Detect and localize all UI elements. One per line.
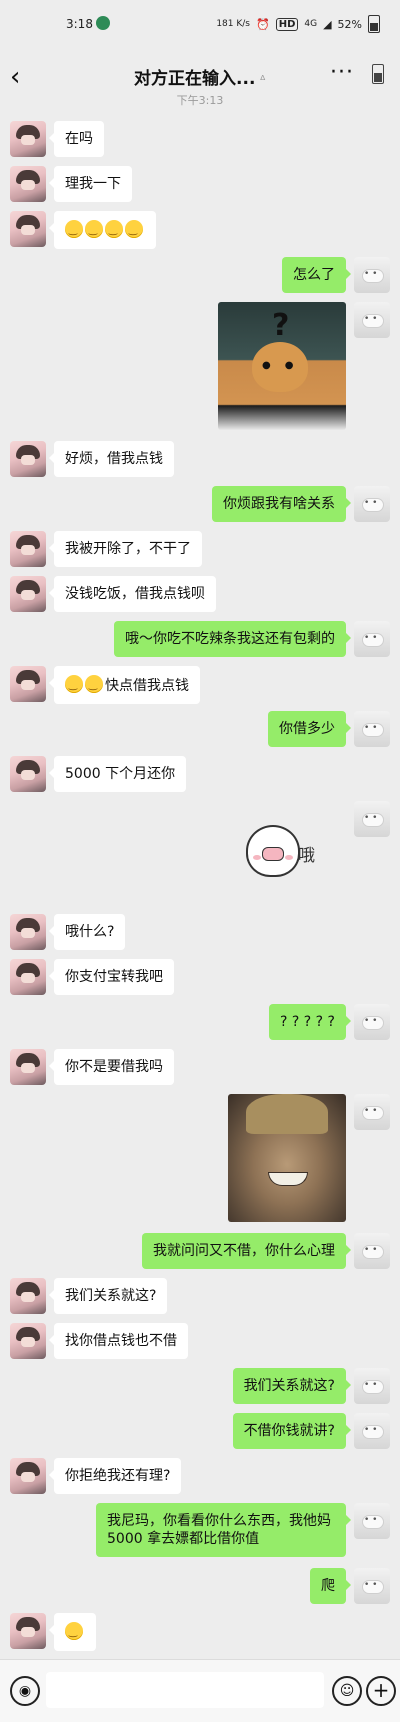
message-bubble[interactable]: 找你借点钱也不借: [49, 1323, 188, 1359]
avatar[interactable]: [354, 801, 390, 837]
message-input[interactable]: [46, 1672, 324, 1708]
message-timestamp: 下午3:13: [176, 94, 224, 107]
question-mark-drawing: ?: [272, 308, 290, 343]
message-bubble[interactable]: 理我一下: [49, 166, 132, 202]
cat-question-image[interactable]: ? ●●: [218, 302, 346, 430]
chat-input-bar: ◉ ☺ +: [0, 1659, 400, 1722]
avatar[interactable]: [10, 576, 46, 612]
message-bubble[interactable]: 你支付宝转我吧: [49, 959, 174, 995]
emoji-message-bubble[interactable]: [49, 1613, 96, 1651]
sticker-text: 哦: [298, 846, 315, 866]
message-bubble[interactable]: 5000 下个月还你: [48, 756, 187, 792]
avatar[interactable]: [10, 1278, 46, 1314]
pig-nose-drawing: [262, 847, 284, 861]
status-right-group: 181 K/s ⏰ HD 4G ◢ 52%: [216, 15, 380, 33]
pig-cheek-drawing: [253, 855, 261, 860]
message-bubble[interactable]: 不借你钱就讲?: [232, 1413, 352, 1449]
message-bubble[interactable]: 你烦跟我有啥关系: [212, 486, 351, 522]
battery-percent: 52%: [337, 17, 362, 31]
hd-badge: HD: [275, 17, 299, 31]
smile-emoji-icon: [85, 675, 103, 695]
avatar[interactable]: [354, 257, 390, 293]
alarm-icon: ⏰: [256, 17, 270, 31]
message-bubble[interactable]: 在吗: [49, 121, 104, 157]
chat-title-text: 对方正在输入...: [134, 69, 256, 89]
message-bubble[interactable]: ? ? ? ? ?: [269, 1004, 351, 1040]
message-bubble[interactable]: 没钱吃饭，借我点钱呗: [49, 576, 216, 612]
smile-emoji-icon: [65, 1622, 83, 1642]
emoji-icon[interactable]: ☺: [332, 1676, 362, 1706]
message-bubble[interactable]: 好烦，借我点钱: [49, 441, 174, 477]
message-bubble[interactable]: 我就问问又不借，你什么心理: [142, 1233, 351, 1269]
message-bubble[interactable]: 你借多少: [268, 711, 351, 747]
plus-icon[interactable]: +: [366, 1676, 396, 1706]
avatar[interactable]: [10, 1323, 46, 1359]
avatar[interactable]: [10, 959, 46, 995]
message-bubble[interactable]: 哦什么?: [48, 914, 126, 950]
grin-drawing: [268, 1172, 308, 1186]
avatar[interactable]: [10, 1049, 46, 1085]
network-speed: 181 K/s: [216, 19, 250, 29]
smile-emoji-icon: [65, 220, 83, 240]
pig-face-drawing: [246, 825, 300, 877]
app-notification-icon: [96, 16, 110, 30]
avatar[interactable]: [354, 1368, 390, 1404]
avatar[interactable]: [354, 1503, 390, 1539]
signal-icon: ◢: [323, 17, 332, 31]
avatar[interactable]: [354, 711, 390, 747]
message-text: 快点借我点钱: [105, 678, 189, 694]
avatar[interactable]: [10, 441, 46, 477]
cat-eyes-drawing: ●●: [262, 360, 308, 371]
avatar[interactable]: [354, 1568, 390, 1604]
avatar[interactable]: [354, 1413, 390, 1449]
voice-icon[interactable]: ◉: [10, 1676, 40, 1706]
avatar[interactable]: [10, 1458, 46, 1494]
battery-icon: [368, 15, 380, 33]
avatar[interactable]: [354, 302, 390, 338]
avatar[interactable]: [354, 621, 390, 657]
emoji-message-bubble[interactable]: [49, 211, 156, 249]
avatar[interactable]: [354, 486, 390, 522]
soldier-hat-drawing: [246, 1094, 328, 1134]
message-bubble[interactable]: 我被开除了，不干了: [49, 531, 202, 567]
avatar[interactable]: [354, 1233, 390, 1269]
message-bubble[interactable]: 快点借我点钱: [49, 666, 200, 704]
pig-sticker[interactable]: 哦: [246, 823, 336, 883]
status-time: 3:18: [66, 17, 93, 31]
smile-emoji-icon: [85, 220, 103, 240]
avatar[interactable]: [10, 121, 46, 157]
avatar[interactable]: [10, 211, 46, 247]
avatar[interactable]: [10, 666, 46, 702]
more-options-icon[interactable]: ···: [330, 60, 354, 85]
message-bubble[interactable]: 我们关系就这?: [232, 1368, 352, 1404]
smile-emoji-icon: [65, 675, 83, 695]
message-bubble[interactable]: 哦～你吃不吃辣条我这还有包剩的: [114, 621, 351, 657]
avatar[interactable]: [10, 756, 46, 792]
message-bubble[interactable]: 怎么了: [282, 257, 351, 293]
laughing-man-image[interactable]: [228, 1094, 346, 1222]
smile-emoji-icon: [125, 220, 143, 240]
avatar[interactable]: [10, 914, 46, 950]
smile-emoji-icon: [105, 220, 123, 240]
message-bubble[interactable]: 我们关系就这?: [48, 1278, 168, 1314]
status-bar: 3:18 181 K/s ⏰ HD 4G ◢ 52%: [0, 0, 400, 48]
avatar[interactable]: [354, 1094, 390, 1130]
message-bubble[interactable]: 你拒绝我还有理?: [48, 1458, 182, 1494]
message-bubble[interactable]: 你不是要借我吗: [49, 1049, 174, 1085]
avatar[interactable]: [10, 166, 46, 202]
avatar[interactable]: [354, 1004, 390, 1040]
message-bubble[interactable]: 我尼玛，你看看你什么东西，我他妈5000 拿去嫖都比借你值: [96, 1503, 351, 1557]
earpiece-mode-icon: ᐞ: [259, 73, 266, 87]
message-bubble[interactable]: 爬: [310, 1568, 351, 1604]
avatar[interactable]: [10, 1613, 46, 1649]
signal-label: 4G: [304, 19, 318, 29]
side-battery-icon: [372, 64, 384, 84]
pig-cheek-drawing: [285, 855, 293, 860]
avatar[interactable]: [10, 531, 46, 567]
